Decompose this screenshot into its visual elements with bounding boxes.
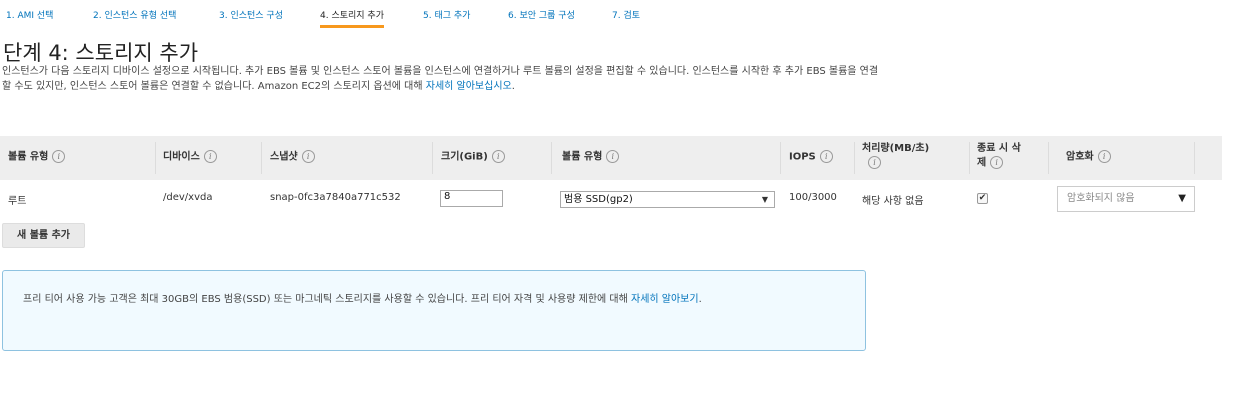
wizard-step-instance-type[interactable]: 2. 인스턴스 유형 선택 — [93, 8, 176, 27]
header-iops: IOPS i — [789, 150, 833, 165]
add-volume-button[interactable]: 새 볼륨 추가 — [2, 223, 85, 248]
info-icon[interactable]: i — [990, 156, 1004, 169]
volume-type-value: 범용 SSD(gp2) — [564, 194, 633, 205]
header-encryption: 암호화 i — [1066, 150, 1111, 165]
cell-snapshot: snap-0fc3a7840a771c532 — [270, 192, 401, 203]
header-ebs-type: 볼륨 유형 i — [562, 150, 620, 165]
page-description: 인스턴스가 다음 스토리지 디바이스 설정으로 시작됩니다. 추가 EBS 볼륨… — [2, 64, 887, 94]
info-icon[interactable]: i — [301, 150, 315, 163]
info-icon[interactable]: i — [819, 150, 833, 163]
description-suffix: . — [511, 81, 515, 92]
wizard-steps: 1. AMI 선택 2. 인스턴스 유형 선택 3. 인스턴스 구성 4. 스토… — [0, 0, 1235, 29]
header-snapshot: 스냅샷 i — [270, 150, 315, 165]
encryption-value: 암호화되지 않음 — [1067, 193, 1135, 204]
info-icon[interactable]: i — [203, 150, 217, 163]
page-title: 단계 4: 스토리지 추가 — [3, 41, 199, 65]
header-volume-type: 볼륨 유형 i — [8, 150, 66, 165]
storage-table-header: 볼륨 유형 i 디바이스 i 스냅샷 i 크기(GiB) i 볼륨 유형 i IOPS i … — [0, 136, 1222, 180]
header-size: 크기(GiB) i — [441, 150, 505, 165]
info-icon[interactable]: i — [606, 150, 620, 163]
info-icon[interactable]: i — [1097, 150, 1111, 163]
cell-device: /dev/xvda — [163, 192, 213, 203]
wizard-step-security-group[interactable]: 6. 보안 그룹 구성 — [508, 8, 575, 27]
info-icon[interactable]: i — [491, 150, 505, 163]
free-tier-learn-more-link[interactable]: 자세히 알아보기 — [631, 294, 699, 305]
header-throughput: 처리량(MB/초) i — [862, 143, 930, 169]
volume-type-select[interactable]: 범용 SSD(gp2) ▼ — [560, 191, 775, 208]
wizard-step-storage[interactable]: 4. 스토리지 추가 — [320, 8, 384, 28]
cell-throughput: 해당 사항 없음 — [862, 196, 924, 207]
free-tier-info-box: 프리 티어 사용 가능 고객은 최대 30GB의 EBS 범용(SSD) 또는 … — [2, 270, 866, 351]
wizard-step-ami[interactable]: 1. AMI 선택 — [6, 8, 53, 27]
info-icon[interactable]: i — [52, 150, 66, 163]
size-input[interactable]: 8 — [440, 190, 503, 207]
free-tier-text: 프리 티어 사용 가능 고객은 최대 30GB의 EBS 범용(SSD) 또는 … — [23, 294, 702, 305]
caret-down-icon: ▼ — [1178, 193, 1186, 204]
header-device: 디바이스 i — [163, 150, 217, 165]
info-icon[interactable]: i — [868, 156, 881, 169]
dropdown-arrow-icon: ▼ — [761, 195, 768, 204]
delete-on-termination-checkbox[interactable]: ✔ — [977, 193, 988, 204]
encryption-select[interactable]: 암호화되지 않음 ▼ — [1057, 186, 1195, 212]
header-delete-on-termination: 종료 시 삭제i — [977, 143, 1021, 169]
wizard-step-tags[interactable]: 5. 태그 추가 — [423, 8, 470, 27]
wizard-step-configure[interactable]: 3. 인스턴스 구성 — [219, 8, 283, 27]
cell-iops: 100/3000 — [789, 192, 837, 203]
cell-volume-type: 루트 — [8, 196, 27, 207]
wizard-step-review[interactable]: 7. 검토 — [612, 8, 640, 27]
learn-more-link[interactable]: 자세히 알아보십시오 — [426, 81, 512, 92]
